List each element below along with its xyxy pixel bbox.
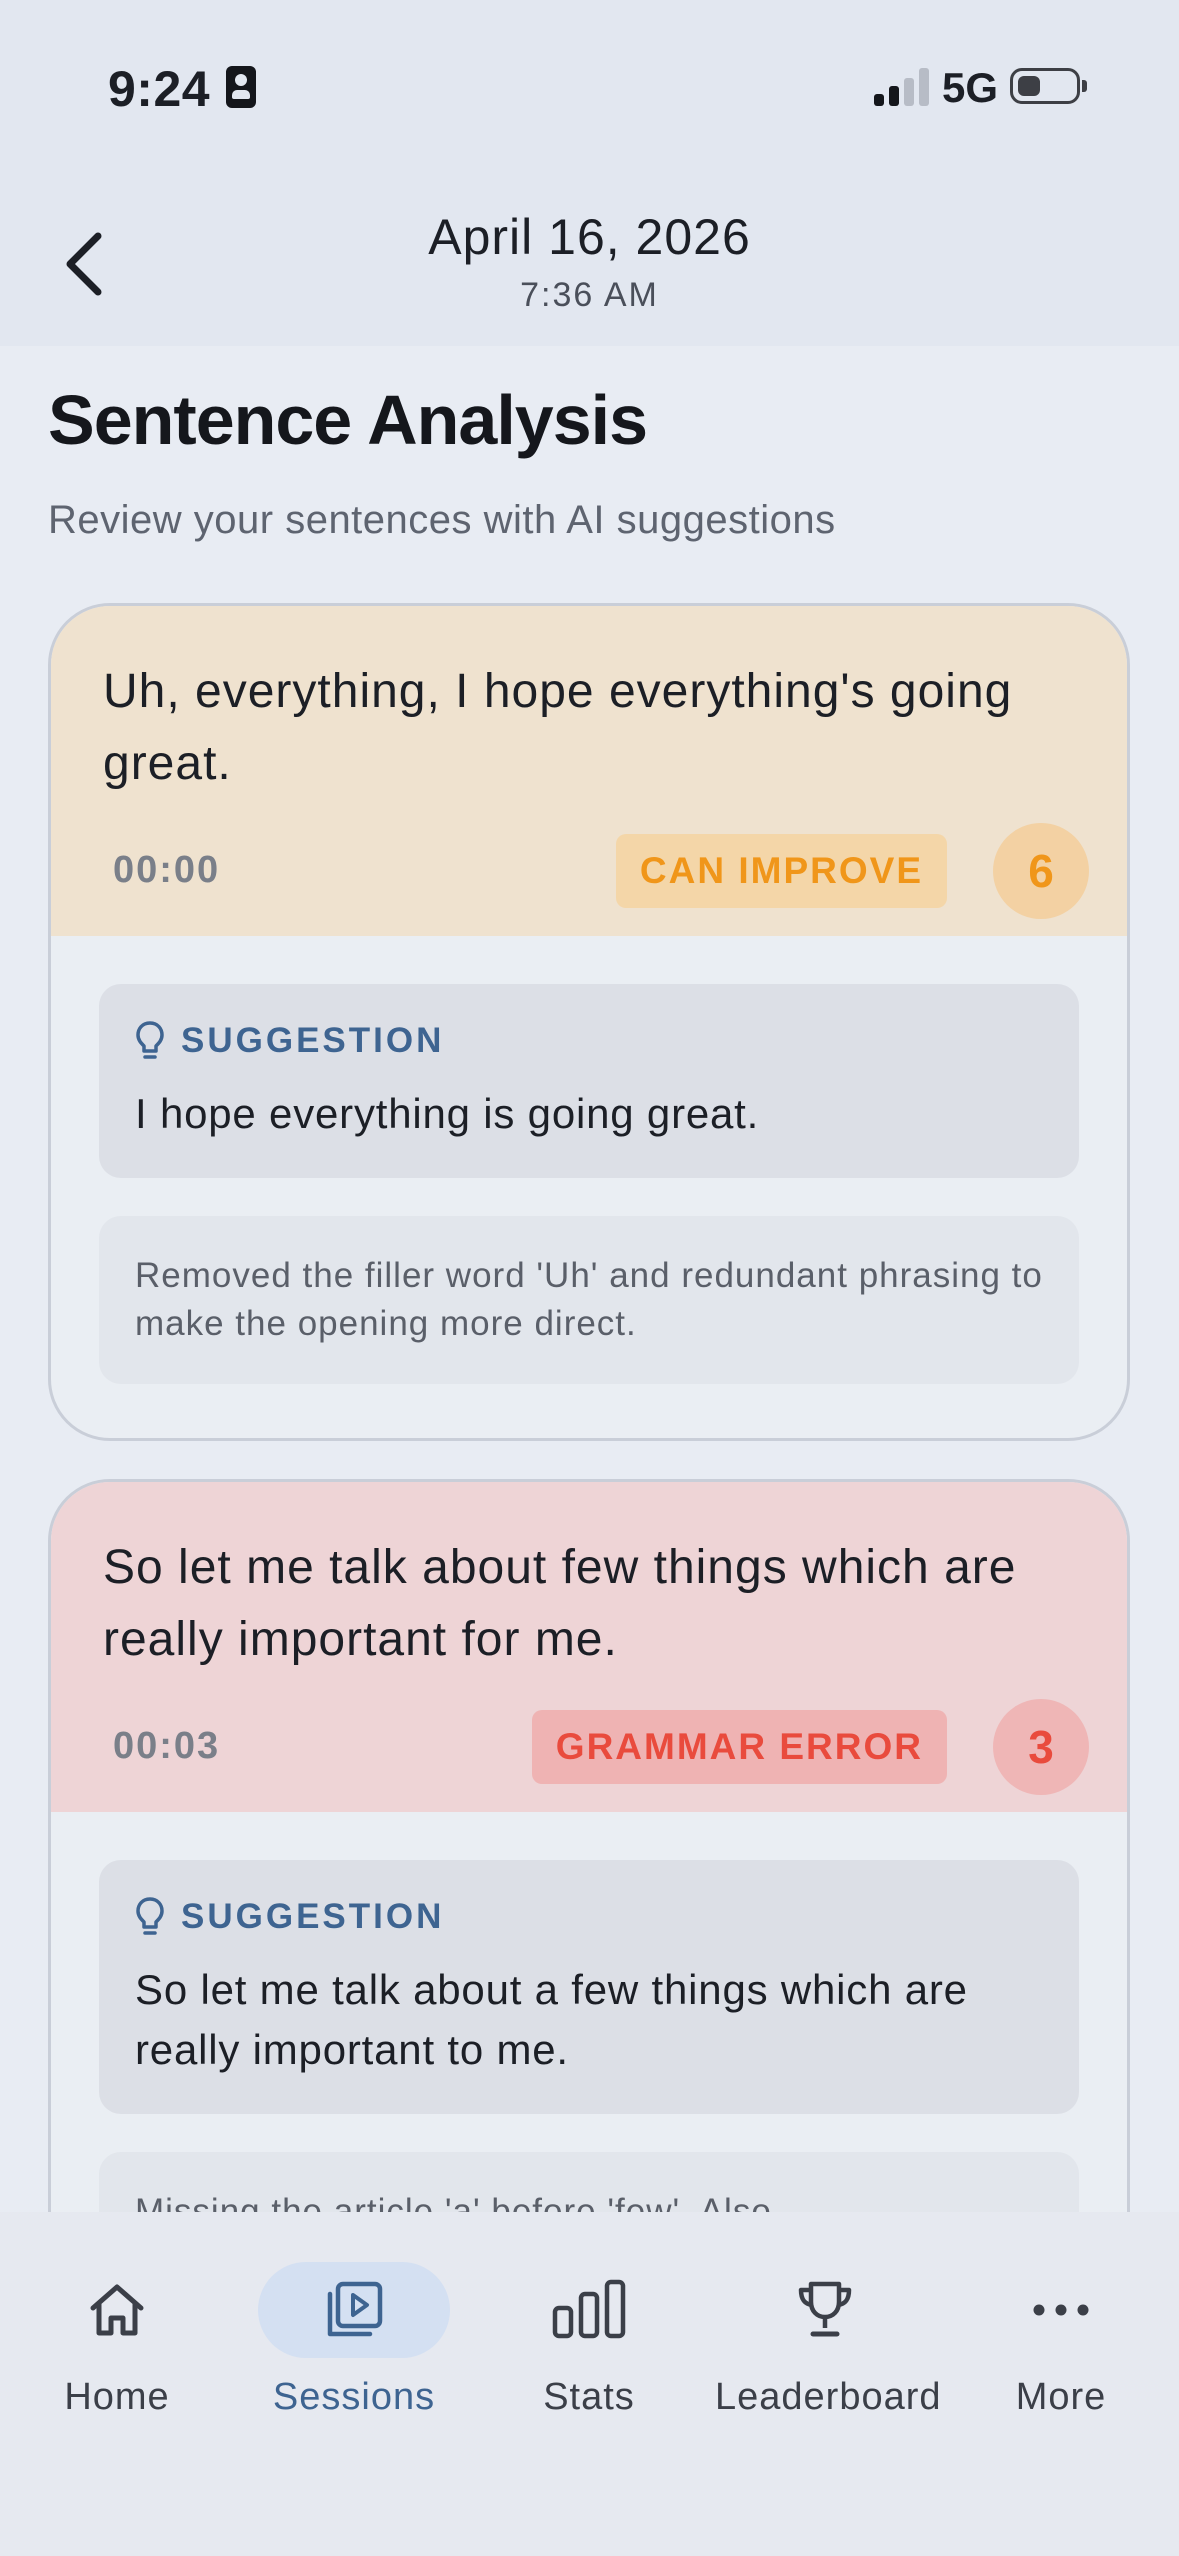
sentence-card[interactable]: Uh, everything, I hope everything's goin…: [48, 603, 1130, 1441]
nav-label: Stats: [543, 2376, 635, 2418]
sentence-header: So let me talk about few things which ar…: [51, 1482, 1127, 1812]
battery-icon: [1010, 68, 1087, 104]
contact-card-icon: [226, 66, 256, 108]
sentence-text: So let me talk about few things which ar…: [103, 1541, 1017, 1666]
lightbulb-icon: [136, 1897, 164, 1935]
header: April 16, 2026 7:36 AM: [0, 170, 1179, 346]
page-subtitle: Review your sentences with AI suggestion…: [48, 498, 836, 542]
lightbulb-icon: [136, 1021, 164, 1059]
stats-icon: [552, 2279, 626, 2339]
nav-label: Sessions: [272, 2376, 436, 2418]
trophy-icon: [798, 2281, 852, 2337]
status-bar: 9:24 5G: [0, 0, 1179, 170]
page-title: Sentence Analysis: [48, 381, 648, 459]
suggestion-label: SUGGESTION: [181, 1021, 445, 1060]
nav-label: Home: [64, 2376, 170, 2418]
network-type: 5G: [942, 64, 999, 111]
suggestion-label: SUGGESTION: [181, 1897, 445, 1936]
nav-label: More: [1015, 2376, 1107, 2418]
suggestion-text: I hope everything is going great.: [135, 1090, 760, 1137]
sessions-icon: [327, 2281, 383, 2337]
nav-item-leaderboard[interactable]: Leaderboard: [715, 2258, 942, 2419]
session-date: April 16, 2026: [428, 209, 751, 265]
score-badge: 6: [993, 823, 1089, 919]
nav-item-stats[interactable]: Stats: [479, 2258, 699, 2419]
sentence-header: Uh, everything, I hope everything's goin…: [51, 606, 1127, 936]
nav-item-more[interactable]: More: [951, 2258, 1171, 2419]
nav-item-home[interactable]: Home: [7, 2258, 227, 2419]
suggestion-box: SUGGESTION I hope everything is going gr…: [99, 984, 1079, 1178]
sentence-timestamp: 00:00: [113, 849, 221, 891]
more-icon: [1033, 2304, 1089, 2316]
bottom-nav: Home Sessions Stats Leaderboard More: [0, 2212, 1179, 2556]
status-time: 9:24: [108, 61, 211, 117]
suggestion-text: So let me talk about a few things which …: [135, 1966, 968, 2073]
sentence-timestamp: 00:03: [113, 1725, 221, 1767]
nav-item-sessions[interactable]: Sessions: [244, 2258, 464, 2419]
sentence-text: Uh, everything, I hope everything's goin…: [103, 665, 1013, 790]
status-badge: CAN IMPROVE: [615, 834, 947, 908]
signal-icon: [874, 68, 930, 106]
session-time: 7:36 AM: [520, 276, 659, 314]
status-badge: GRAMMAR ERROR: [531, 1710, 947, 1784]
score-badge: 3: [993, 1699, 1089, 1795]
suggestion-box: SUGGESTION So let me talk about a few th…: [99, 1860, 1079, 2114]
explanation-text: Removed the filler word 'Uh' and redunda…: [99, 1216, 1079, 1384]
nav-label: Leaderboard: [715, 2376, 942, 2418]
home-icon: [90, 2284, 144, 2336]
